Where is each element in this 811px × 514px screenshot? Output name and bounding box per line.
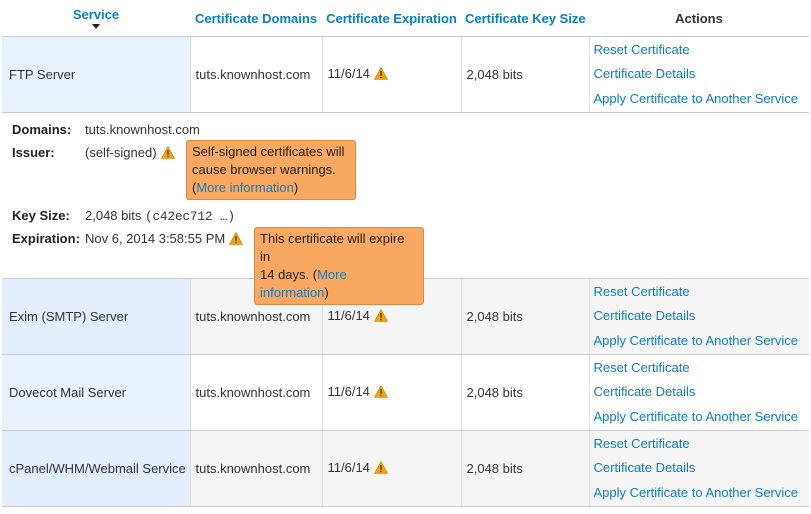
domain-cell: tuts.knownhost.com bbox=[190, 430, 323, 507]
reset-certificate-link[interactable]: Reset Certificate bbox=[594, 38, 805, 63]
domain-cell: tuts.knownhost.com bbox=[190, 36, 323, 113]
key-size-label: Key Size: bbox=[12, 208, 70, 223]
tooltip-line: 14 days. (More information) bbox=[260, 266, 418, 302]
column-header-actions-label: Actions bbox=[675, 10, 723, 26]
certificate-details-row: Domains: tuts.knownhost.com Issuer: (sel… bbox=[2, 112, 809, 305]
self-signed-warning-tooltip: Self-signed certificates will cause brow… bbox=[186, 140, 356, 200]
tooltip-line: This certificate will expire in bbox=[260, 231, 405, 264]
certificate-details-cell: Domains: tuts.knownhost.com Issuer: (sel… bbox=[2, 112, 809, 305]
tooltip-line: Self-signed certificates will bbox=[192, 144, 345, 159]
warning-icon bbox=[160, 145, 175, 162]
apply-certificate-link[interactable]: Apply Certificate to Another Service bbox=[594, 481, 805, 506]
domains-label: Domains: bbox=[12, 122, 72, 137]
column-header-expiration[interactable]: Certificate Expiration bbox=[322, 0, 461, 37]
ssl-services-panel: Service Certificate Domains Certificate … bbox=[0, 0, 811, 514]
expiration-datetime: Nov 6, 2014 3:58:55 PM bbox=[85, 231, 226, 246]
column-header-domains[interactable]: Certificate Domains bbox=[190, 0, 322, 37]
issuer-label: Issuer: bbox=[12, 145, 55, 160]
reset-certificate-link[interactable]: Reset Certificate bbox=[594, 356, 805, 381]
certificate-details-link[interactable]: Certificate Details bbox=[594, 456, 805, 481]
expiration-cell: 11/6/14 bbox=[322, 354, 462, 431]
certificates-table: Service Certificate Domains Certificate … bbox=[2, 0, 809, 507]
column-header-service-label: Service bbox=[72, 7, 120, 22]
certificate-details-panel: Domains: tuts.knownhost.com Issuer: (sel… bbox=[2, 113, 809, 305]
certificate-details-link[interactable]: Certificate Details bbox=[594, 380, 805, 405]
key-size-cell: 2,048 bits bbox=[461, 36, 590, 113]
expiration-date: 11/6/14 bbox=[327, 460, 370, 475]
paren-close: ) bbox=[293, 180, 299, 195]
column-header-domains-label: Certificate Domains bbox=[194, 10, 318, 26]
apply-certificate-link[interactable]: Apply Certificate to Another Service bbox=[594, 87, 805, 112]
sort-descending-icon bbox=[92, 24, 100, 29]
certificate-details-link[interactable]: Certificate Details bbox=[594, 304, 805, 329]
expiration-cell: 11/6/14 bbox=[322, 430, 462, 507]
key-size-cell: 2,048 bits bbox=[461, 354, 590, 431]
table-row[interactable]: cPanel/WHM/Webmail Service tuts.knownhos… bbox=[2, 430, 809, 507]
actions-cell: Reset Certificate Certificate Details Ap… bbox=[589, 278, 809, 355]
key-size-bits: 2,048 bits bbox=[85, 208, 142, 223]
table-row[interactable]: FTP Server tuts.knownhost.com 11/6/14 2,… bbox=[2, 36, 809, 113]
column-header-service[interactable]: Service bbox=[2, 0, 190, 37]
expiration-value: Nov 6, 2014 3:58:55 PM bbox=[85, 231, 244, 248]
table-header-row: Service Certificate Domains Certificate … bbox=[2, 0, 809, 37]
column-header-key-size-label: Certificate Key Size bbox=[465, 10, 586, 26]
key-size-cell: 2,048 bits bbox=[461, 430, 590, 507]
domain-cell: tuts.knownhost.com bbox=[190, 354, 323, 431]
warning-icon bbox=[373, 308, 389, 325]
column-header-expiration-label: Certificate Expiration bbox=[326, 10, 457, 26]
service-name-cell: Dovecot Mail Server bbox=[2, 354, 191, 431]
tooltip-line: (More information) bbox=[192, 179, 350, 197]
expiration-date: 11/6/14 bbox=[327, 66, 370, 81]
issuer-value-text: (self-signed) bbox=[85, 145, 157, 160]
key-size-value: 2,048 bits (c42ec712 …) bbox=[85, 208, 235, 224]
actions-cell: Reset Certificate Certificate Details Ap… bbox=[589, 354, 809, 431]
warning-icon bbox=[373, 384, 389, 401]
expiration-cell: 11/6/14 bbox=[322, 36, 462, 113]
column-header-actions: Actions bbox=[589, 0, 809, 37]
reset-certificate-link[interactable]: Reset Certificate bbox=[594, 432, 805, 457]
apply-certificate-link[interactable]: Apply Certificate to Another Service bbox=[594, 329, 805, 354]
expiration-date: 11/6/14 bbox=[327, 308, 370, 323]
warning-icon bbox=[373, 66, 389, 83]
service-name-cell: FTP Server bbox=[2, 36, 191, 113]
actions-cell: Reset Certificate Certificate Details Ap… bbox=[589, 36, 809, 113]
apply-certificate-link[interactable]: Apply Certificate to Another Service bbox=[594, 405, 805, 430]
key-size-cell: 2,048 bits bbox=[461, 278, 590, 355]
expiration-label: Expiration: bbox=[12, 231, 80, 246]
service-name-cell: Exim (SMTP) Server bbox=[2, 278, 191, 355]
tooltip-line: cause browser warnings. bbox=[192, 162, 336, 177]
warning-icon bbox=[229, 231, 244, 248]
issuer-value: (self-signed) bbox=[85, 145, 175, 162]
service-name-cell: cPanel/WHM/Webmail Service bbox=[2, 430, 191, 507]
certificate-details-link[interactable]: Certificate Details bbox=[594, 62, 805, 87]
table-row[interactable]: Dovecot Mail Server tuts.knownhost.com 1… bbox=[2, 354, 809, 431]
domains-value: tuts.knownhost.com bbox=[85, 122, 200, 137]
tooltip-text: 14 days. ( bbox=[260, 267, 318, 282]
paren-close: ) bbox=[324, 285, 329, 300]
expiration-date: 11/6/14 bbox=[327, 384, 370, 399]
column-header-key-size[interactable]: Certificate Key Size bbox=[461, 0, 589, 37]
expiration-warning-tooltip: This certificate will expire in 14 days.… bbox=[254, 227, 424, 305]
actions-cell: Reset Certificate Certificate Details Ap… bbox=[589, 430, 809, 507]
reset-certificate-link[interactable]: Reset Certificate bbox=[594, 280, 805, 305]
key-hash: (c42ec712 …) bbox=[145, 210, 236, 224]
warning-icon bbox=[373, 460, 389, 477]
more-information-link[interactable]: More information bbox=[196, 180, 294, 195]
